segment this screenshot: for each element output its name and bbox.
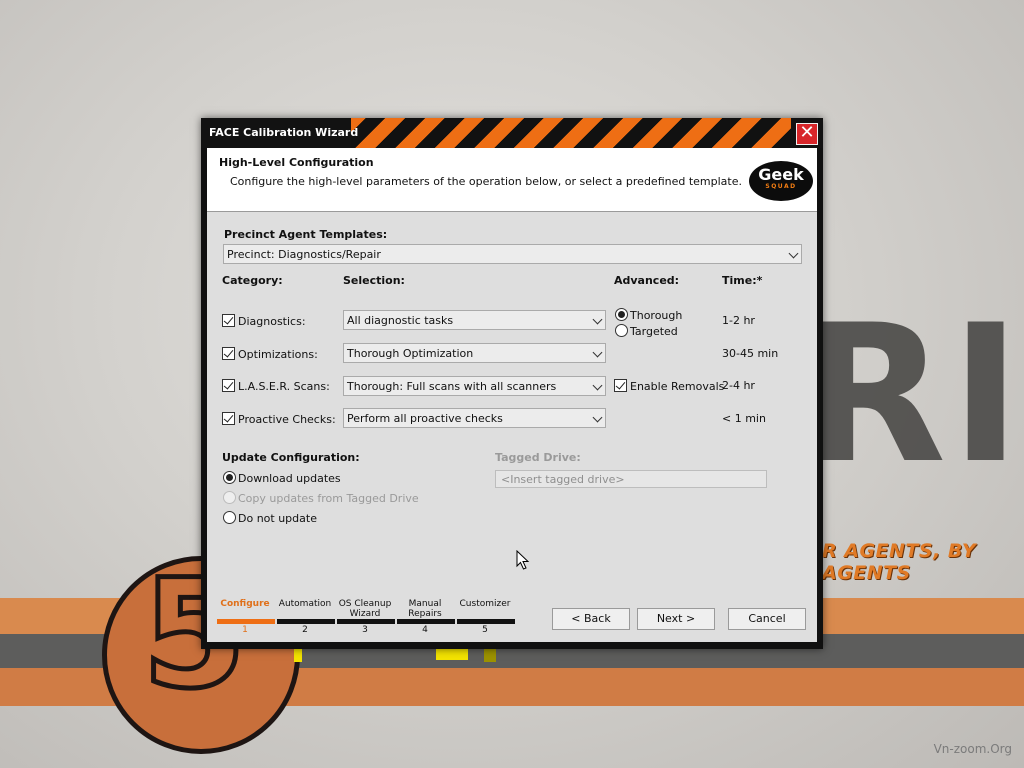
diagnostics-label: Diagnostics:	[238, 315, 306, 328]
optimizations-selection-dropdown[interactable]: Thorough Optimization	[343, 343, 606, 363]
copy-updates-radio	[223, 491, 236, 504]
logo-subtext: SQUAD	[765, 183, 797, 190]
time-header: Time:*	[722, 274, 763, 287]
close-button[interactable]: ✕	[796, 123, 818, 145]
chevron-down-icon	[592, 314, 603, 325]
wallpaper-yellow-block	[294, 648, 302, 662]
targeted-radio[interactable]	[615, 324, 628, 337]
wallpaper-yellow-block	[436, 648, 468, 660]
window-title: FACE Calibration Wizard	[209, 126, 359, 139]
tagged-drive-input: <Insert tagged drive>	[495, 470, 767, 488]
update-configuration-label: Update Configuration:	[222, 451, 360, 464]
do-not-update-radio[interactable]	[223, 511, 236, 524]
enable-removals-checkbox[interactable]	[614, 379, 627, 392]
templates-label: Precinct Agent Templates:	[224, 228, 388, 241]
laser-scans-label: L.A.S.E.R. Scans:	[238, 380, 330, 393]
geek-squad-logo: Geek SQUAD	[749, 161, 813, 201]
wallpaper-yellow-block	[484, 648, 496, 662]
wizard-footer: Configure Automation OS Cleanup Wizard M…	[207, 591, 817, 642]
laser-scans-time: 2-4 hr	[722, 379, 755, 392]
diagnostics-selection-dropdown[interactable]: All diagnostic tasks	[343, 310, 606, 330]
cancel-button[interactable]: Cancel	[728, 608, 806, 630]
laser-scans-selection-value: Thorough: Full scans with all scanners	[347, 380, 557, 393]
chevron-down-icon	[592, 380, 603, 391]
step-progress-bar	[337, 619, 395, 624]
step-os-cleanup-wizard: OS Cleanup Wizard	[338, 599, 392, 619]
tagged-drive-label: Tagged Drive:	[495, 451, 581, 464]
title-bar[interactable]: FACE Calibration Wizard ✕	[201, 118, 823, 148]
diagnostics-time: 1-2 hr	[722, 314, 755, 327]
templates-dropdown[interactable]: Precinct: Diagnostics/Repair	[223, 244, 802, 264]
download-updates-label: Download updates	[238, 472, 341, 485]
step-automation: Automation	[278, 599, 332, 609]
advanced-header: Advanced:	[614, 274, 680, 287]
wallpaper-slogan: R AGENTS, BY AGENTS	[822, 540, 977, 584]
step-number: 4	[422, 625, 428, 635]
thorough-radio[interactable]	[615, 308, 628, 321]
download-updates-radio[interactable]	[223, 471, 236, 484]
thorough-label: Thorough	[630, 309, 683, 322]
wizard-body: Precinct Agent Templates: Precinct: Diag…	[207, 212, 817, 591]
watermark: Vn-zoom.Org	[933, 742, 1012, 756]
templates-selected: Precinct: Diagnostics/Repair	[227, 248, 381, 261]
step-configure: Configure	[220, 599, 270, 609]
proactive-checks-label: Proactive Checks:	[238, 413, 336, 426]
proactive-checks-selection-value: Perform all proactive checks	[347, 412, 503, 425]
category-header: Category:	[222, 274, 283, 287]
step-progress-bar	[277, 619, 335, 624]
wizard-header: High-Level Configuration Configure the h…	[207, 148, 817, 212]
step-number: 5	[482, 625, 488, 635]
step-progress-bar	[217, 619, 275, 624]
step-progress-bar	[397, 619, 455, 624]
proactive-checks-time: < 1 min	[722, 412, 766, 425]
proactive-checks-selection-dropdown[interactable]: Perform all proactive checks	[343, 408, 606, 428]
step-manual-repairs: Manual Repairs	[408, 599, 442, 619]
back-button[interactable]: < Back	[552, 608, 630, 630]
optimizations-label: Optimizations:	[238, 348, 318, 361]
logo-text: Geek	[758, 165, 804, 184]
next-button[interactable]: Next >	[637, 608, 715, 630]
selection-header: Selection:	[343, 274, 405, 287]
hazard-stripe-decoration	[351, 118, 791, 148]
step-progress-bar	[457, 619, 515, 624]
chevron-down-icon	[592, 412, 603, 423]
page-title: High-Level Configuration	[219, 156, 374, 169]
step-customizer: Customizer	[459, 599, 511, 609]
wallpaper-letters: RI	[800, 284, 1024, 505]
do-not-update-label: Do not update	[238, 512, 317, 525]
mouse-cursor-icon	[516, 550, 530, 570]
page-description: Configure the high-level parameters of t…	[230, 175, 742, 188]
step-number: 3	[362, 625, 368, 635]
optimizations-selection-value: Thorough Optimization	[347, 347, 474, 360]
optimizations-time: 30-45 min	[722, 347, 779, 360]
optimizations-checkbox[interactable]	[222, 347, 235, 360]
step-number: 1	[242, 625, 248, 635]
diagnostics-checkbox[interactable]	[222, 314, 235, 327]
chevron-down-icon	[592, 347, 603, 358]
diagnostics-selection-value: All diagnostic tasks	[347, 314, 454, 327]
enable-removals-label: Enable Removals	[630, 380, 725, 393]
copy-updates-label: Copy updates from Tagged Drive	[238, 492, 419, 505]
proactive-checks-checkbox[interactable]	[222, 412, 235, 425]
targeted-label: Targeted	[630, 325, 678, 338]
chevron-down-icon	[788, 248, 799, 259]
step-number: 2	[302, 625, 308, 635]
wizard-window: FACE Calibration Wizard ✕ High-Level Con…	[201, 118, 823, 649]
laser-scans-checkbox[interactable]	[222, 379, 235, 392]
laser-scans-selection-dropdown[interactable]: Thorough: Full scans with all scanners	[343, 376, 606, 396]
